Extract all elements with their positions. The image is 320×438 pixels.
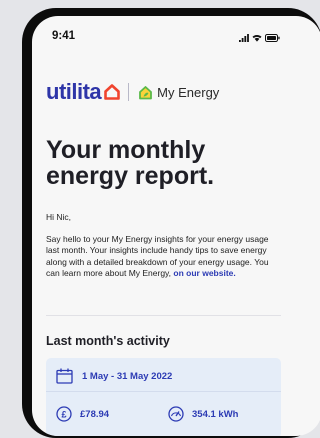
usage-stat: 354.1 kWh [168,406,238,422]
wifi-icon [252,34,262,42]
section-divider [46,315,281,316]
status-icons [239,33,280,43]
product-name: My Energy [157,84,220,100]
section-title: Last month's activity [46,334,170,348]
house-icon [104,84,120,100]
calendar-icon [56,368,73,384]
svg-text:£: £ [61,409,66,419]
date-range-row: 1 May - 31 May 2022 [56,367,172,385]
utilita-logo: utilita [46,79,102,104]
gauge-icon [168,406,184,422]
card-divider [46,391,281,392]
battery-icon [265,34,280,42]
status-bar: 9:41 [32,30,280,46]
my-energy-logo-icon [139,85,153,99]
website-link[interactable]: on our website. [173,268,235,278]
activity-card: 1 May - 31 May 2022 £ £78.94 354.1 kWh [46,358,281,436]
pound-icon: £ [56,406,72,422]
greeting: Hi Nic, [46,212,72,222]
status-time: 9:41 [52,30,76,42]
logo-divider [128,83,130,101]
cost-stat: £ £78.94 [56,406,109,422]
signal-icon [239,34,249,42]
intro-text: Say hello to your My Energy insights for… [46,234,276,280]
date-range: 1 May - 31 May 2022 [82,370,173,382]
phone-screen: 9:41 utilita My Energy Your monthly ener… [32,16,320,436]
phone-frame: 9:41 utilita My Energy Your monthly ener… [22,8,320,438]
usage-value: 354.1 kWh [192,408,239,420]
cost-value: £78.94 [80,408,110,420]
brand-header: utilita My Energy [46,79,220,104]
page-title: Your monthly energy report. [46,136,215,190]
